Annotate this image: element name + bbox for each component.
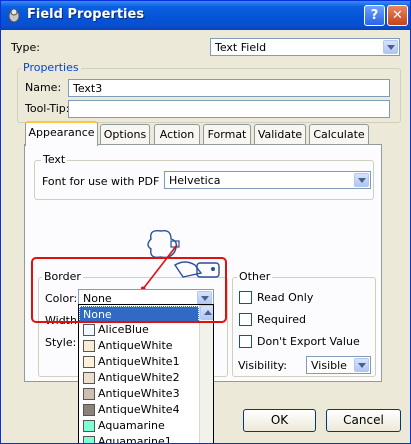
dropdown-item-antiquewhite[interactable]: AntiqueWhite bbox=[79, 338, 199, 354]
color-swatch bbox=[83, 420, 95, 432]
name-input-value: Text3 bbox=[73, 82, 103, 95]
ok-button[interactable]: OK bbox=[243, 409, 316, 432]
required-label: Required bbox=[257, 313, 306, 326]
dropdown-scrollbar[interactable] bbox=[199, 305, 213, 443]
type-label: Type: bbox=[11, 41, 40, 54]
color-swatch bbox=[83, 340, 95, 352]
dont-export-checkbox[interactable] bbox=[239, 335, 252, 348]
type-select-value: Text Field bbox=[215, 41, 267, 54]
tab-calculate[interactable]: Calculate bbox=[309, 124, 369, 145]
style-label: Style: bbox=[45, 336, 77, 349]
text-legend: Text bbox=[41, 153, 68, 166]
tab-action[interactable]: Action bbox=[154, 124, 200, 145]
color-swatch bbox=[83, 388, 95, 400]
app-icon bbox=[8, 8, 20, 23]
dropdown-item-aquamarine1[interactable]: Aquamarine1 bbox=[79, 434, 199, 443]
chevron-down-icon[interactable] bbox=[383, 40, 398, 54]
dropdown-item-antiquewhite3[interactable]: AntiqueWhite3 bbox=[79, 386, 199, 402]
tooltip-label: Tool-Tip: bbox=[25, 102, 70, 115]
color-swatch bbox=[83, 324, 95, 336]
chevron-down-icon[interactable] bbox=[354, 173, 369, 187]
highlight-annotation bbox=[31, 257, 227, 323]
read-only-checkbox[interactable] bbox=[239, 291, 252, 304]
close-button[interactable]: ✕ bbox=[387, 5, 408, 26]
tab-appearance[interactable]: Appearance bbox=[25, 121, 98, 146]
color-swatch bbox=[83, 436, 95, 443]
visibility-value: Visible bbox=[311, 359, 347, 372]
tab-validate[interactable]: Validate bbox=[254, 124, 306, 145]
dont-export-label: Don't Export Value bbox=[257, 335, 360, 348]
name-label: Name: bbox=[25, 81, 62, 94]
help-button[interactable]: ? bbox=[364, 5, 385, 26]
dropdown-item-antiquewhite2[interactable]: AntiqueWhite2 bbox=[79, 370, 199, 386]
visibility-label: Visibility: bbox=[238, 359, 288, 372]
properties-legend: Properties bbox=[21, 61, 81, 74]
font-select[interactable]: Helvetica bbox=[164, 171, 371, 189]
font-label: Font for use with PDF 1.3: bbox=[42, 175, 184, 188]
color-swatch bbox=[83, 372, 95, 384]
color-swatch bbox=[83, 404, 95, 416]
tooltip-input[interactable] bbox=[68, 100, 390, 118]
dropdown-item-aquamarine[interactable]: Aquamarine bbox=[79, 418, 199, 434]
border-color-dropdown[interactable]: None AliceBlue AntiqueWhite AntiqueWhite… bbox=[78, 304, 214, 443]
other-legend: Other bbox=[237, 270, 273, 283]
visibility-select[interactable]: Visible bbox=[306, 356, 371, 374]
read-only-label: Read Only bbox=[257, 291, 314, 304]
color-swatch bbox=[83, 356, 95, 368]
dropdown-item-aliceblue[interactable]: AliceBlue bbox=[79, 322, 199, 338]
tab-options[interactable]: Options bbox=[100, 124, 150, 145]
chevron-down-icon[interactable] bbox=[354, 358, 369, 372]
type-select[interactable]: Text Field bbox=[210, 38, 400, 56]
window-title: Field Properties bbox=[27, 7, 145, 22]
required-checkbox[interactable] bbox=[239, 313, 252, 326]
tab-format[interactable]: Format bbox=[203, 124, 251, 145]
field-properties-window: Field Properties ? ✕ Type: Text Field Pr… bbox=[0, 0, 411, 444]
cancel-button[interactable]: Cancel bbox=[326, 409, 401, 432]
font-select-value: Helvetica bbox=[169, 174, 221, 187]
dropdown-item-antiquewhite1[interactable]: AntiqueWhite1 bbox=[79, 354, 199, 370]
dropdown-item-antiquewhite4[interactable]: AntiqueWhite4 bbox=[79, 402, 199, 418]
title-bar[interactable]: Field Properties ? ✕ bbox=[1, 1, 410, 30]
name-input[interactable]: Text3 bbox=[68, 79, 390, 97]
